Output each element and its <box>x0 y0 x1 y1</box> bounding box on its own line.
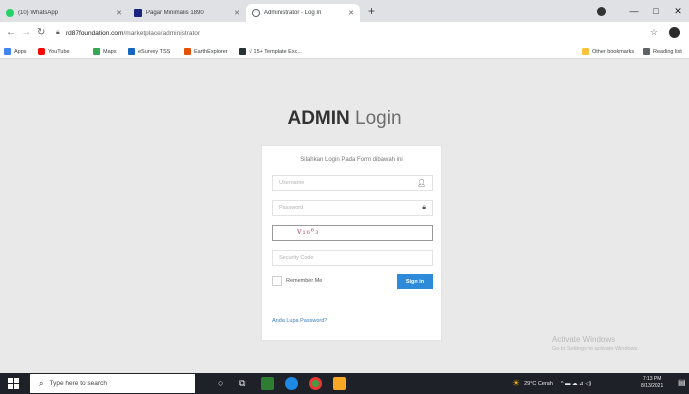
username-field[interactable]: 👤︎ <box>272 175 433 191</box>
page-content: ADMIN Login Silahkan Login Pada Form dib… <box>0 59 689 373</box>
watermark-line1: Activate Windows <box>552 335 616 344</box>
reload-icon[interactable]: ↻ <box>37 26 45 40</box>
taskbar: ⌕ Type here to search ○ ⧉ ☀ 29°C Cerah ^… <box>0 373 689 394</box>
url-path: /marketplace/administrator <box>123 29 201 37</box>
remember-me[interactable]: Remember Me <box>272 276 322 286</box>
reading-list-icon <box>643 48 650 55</box>
back-arrow-icon[interactable]: ← <box>6 26 16 40</box>
profile-icon[interactable] <box>597 7 606 16</box>
task-view-icon[interactable]: ⧉ <box>239 377 245 390</box>
lock-icon: 🔒︎ <box>422 204 426 211</box>
clock-date: 8/13/2021 <box>641 383 664 389</box>
bookmark-label: √ 15+ Template Exc... <box>249 48 302 55</box>
address-bar[interactable]: 🔒︎ rd87foundation.com/marketplace/admini… <box>56 25 666 41</box>
tab-label: Pagar Minimalis 1890 <box>146 10 204 16</box>
activate-windows-watermark: Activate Windows Go to Settings to activ… <box>552 335 639 352</box>
watermark-line2: Go to Settings to activate Windows. <box>552 346 639 352</box>
bookmark-other[interactable]: Other bookmarks <box>582 46 634 57</box>
cortana-icon[interactable]: ○ <box>218 377 223 390</box>
template-icon <box>239 48 246 55</box>
taskbar-clock[interactable]: 7:13 PM 8/13/2021 <box>641 376 663 390</box>
weather-icon: ☀ <box>512 378 521 388</box>
tray-icons[interactable]: ^ ▬ ☁ ⊿ ◁) <box>561 381 591 387</box>
avatar[interactable] <box>669 27 680 38</box>
forward-arrow-icon[interactable]: → <box>21 26 31 40</box>
captcha-text: v₁₆⁶₃ <box>297 227 320 236</box>
windows-start-icon[interactable] <box>8 378 19 389</box>
bookmark-esurvey[interactable]: eSurvey TSS <box>128 46 170 57</box>
globe-icon <box>252 9 260 17</box>
remember-checkbox[interactable] <box>272 276 282 286</box>
bookmark-earthexplorer[interactable]: EarthExplorer <box>184 46 228 57</box>
bookmark-reading-list[interactable]: Reading list <box>643 46 689 57</box>
weather-text[interactable]: 29°C Cerah <box>524 381 553 387</box>
youtube-icon <box>38 48 45 55</box>
esurvey-icon <box>128 48 135 55</box>
bookmark-label: Maps <box>103 48 117 55</box>
browser-toolbar: ← → ↻ 🔒︎ rd87foundation.com/marketplace/… <box>0 22 689 44</box>
folder-icon <box>582 48 589 55</box>
bookmark-label: eSurvey TSS <box>138 48 171 55</box>
tab-administrator[interactable]: Administrator - Log In ✕ <box>246 4 360 22</box>
login-heading: Silahkan Login Pada Form dibawah ini <box>300 157 403 163</box>
bookmark-label: EarthExplorer <box>194 48 228 55</box>
user-icon: 👤︎ <box>417 180 426 187</box>
bookmark-label: Other bookmarks <box>592 48 635 55</box>
maps-icon <box>93 48 100 55</box>
title-bold: ADMIN <box>287 108 350 129</box>
search-placeholder: Type here to search <box>49 380 107 387</box>
notification-icon[interactable]: ▤ <box>678 378 686 387</box>
bookmark-label: Reading list <box>653 48 682 55</box>
lock-icon: 🔒︎ <box>56 29 60 36</box>
chrome-icon[interactable] <box>309 377 322 390</box>
bookmarks-bar: Apps YouTube Maps eSurvey TSS EarthExplo… <box>0 44 689 59</box>
bookmark-apps[interactable]: Apps <box>4 46 27 57</box>
maximize-button[interactable]: □ <box>645 6 667 16</box>
tab-label: (10) WhatsApp <box>18 10 59 16</box>
captcha-image: v₁₆⁶₃ <box>272 225 433 241</box>
url-host: rd87foundation.com <box>66 29 124 37</box>
password-field[interactable]: 🔒︎ <box>272 200 433 216</box>
close-window-button[interactable]: ✕ <box>667 6 689 17</box>
password-input[interactable] <box>279 205 419 211</box>
tab-strip: (10) WhatsApp ✕ Pagar Minimalis 1890 ✕ A… <box>0 0 689 22</box>
clock-time: 7:13 PM <box>642 376 662 382</box>
close-tab-icon[interactable]: ✕ <box>234 9 240 17</box>
app-icon[interactable] <box>333 377 346 390</box>
security-code-field[interactable] <box>272 250 433 266</box>
close-tab-icon[interactable]: ✕ <box>348 9 354 17</box>
earthexplorer-icon <box>184 48 191 55</box>
tab-label: Administrator - Log In <box>264 10 322 16</box>
page-title: ADMIN Login <box>0 108 689 130</box>
bookmark-star-icon[interactable]: ☆ <box>650 27 658 38</box>
bookmark-youtube[interactable]: YouTube <box>38 46 70 57</box>
new-tab-button[interactable]: + <box>368 4 375 18</box>
bookmark-label: Apps <box>14 48 27 55</box>
tab-whatsapp[interactable]: (10) WhatsApp ✕ <box>0 4 128 22</box>
security-code-input[interactable] <box>279 255 426 261</box>
taskbar-search[interactable]: ⌕ Type here to search <box>30 374 195 393</box>
site-favicon-icon <box>134 9 142 17</box>
tab-pagar[interactable]: Pagar Minimalis 1890 ✕ <box>128 4 246 22</box>
close-tab-icon[interactable]: ✕ <box>116 9 122 17</box>
sign-in-button[interactable]: Sign in <box>397 274 433 289</box>
whatsapp-icon <box>6 9 14 17</box>
minimize-button[interactable]: — <box>623 6 645 16</box>
apps-grid-icon <box>4 48 11 55</box>
bookmark-maps[interactable]: Maps <box>93 46 116 57</box>
bookmark-label: YouTube <box>48 48 70 55</box>
remember-label: Remember Me <box>286 278 323 284</box>
search-icon: ⌕ <box>39 378 44 388</box>
username-input[interactable] <box>279 180 414 186</box>
system-tray: ☀ 29°C Cerah ^ ▬ ☁ ⊿ ◁) <box>512 373 591 394</box>
window-controls: — □ ✕ <box>623 0 689 22</box>
login-card: Silahkan Login Pada Form dibawah ini 👤︎ … <box>261 145 442 341</box>
file-explorer-icon[interactable] <box>261 377 274 390</box>
forgot-password-link[interactable]: Anda Lupa Password? <box>272 318 327 324</box>
bookmark-template[interactable]: √ 15+ Template Exc... <box>239 46 302 57</box>
edge-icon[interactable] <box>285 377 298 390</box>
title-light: Login <box>355 108 402 129</box>
